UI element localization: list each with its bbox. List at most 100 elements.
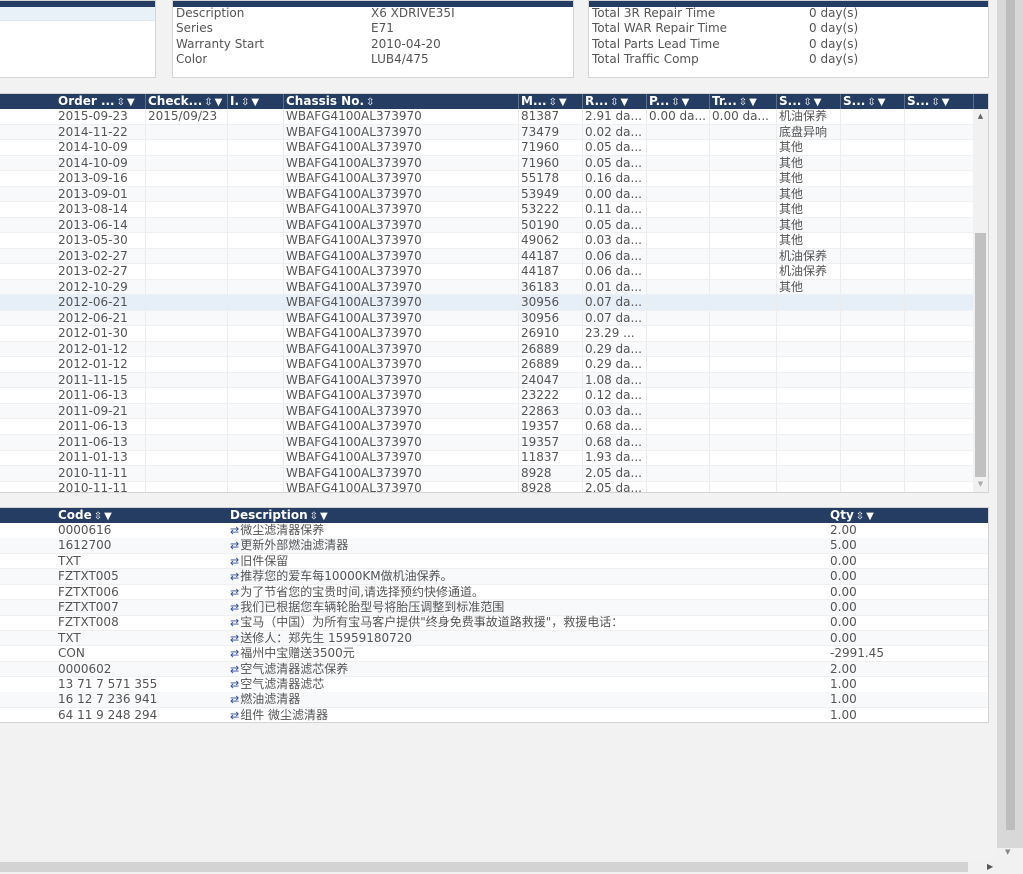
filter-icon[interactable]: ▼ [878,97,886,108]
table-row[interactable]: 2014-10-09 WBAFG4100AL373970 71960 0.05 da.… [0,155,974,172]
sort-icon[interactable]: ⇳ [671,97,679,108]
link-arrows-icon[interactable]: ⇄ [230,632,239,645]
link-arrows-icon[interactable]: ⇄ [230,555,239,568]
scroll-down-icon[interactable]: ▼ [973,477,988,492]
sort-icon[interactable]: ⇳ [931,97,939,108]
scroll-right-icon[interactable]: ▶ [987,860,993,874]
table-row[interactable]: 2013-06-14 WBAFG4100AL373970 50190 0.05 da.… [0,217,974,234]
table-row[interactable]: CON ⇄福州中宝赠送3500元 -2991.45 [0,646,988,662]
filter-icon[interactable]: ▼ [127,97,135,108]
link-arrows-icon[interactable]: ⇄ [230,693,239,706]
column-header[interactable]: Check... ⇳ ▼ [146,94,228,109]
table-row[interactable]: 2014-10-09 WBAFG4100AL373970 71960 0.05 da.… [0,140,974,156]
table-row[interactable]: 64 11 9 248 294 ⇄组件 微尘滤清器 1.00 [0,708,988,722]
scroll-down-icon[interactable]: ▼ [1005,848,1010,856]
link-arrows-icon[interactable]: ⇄ [230,663,239,676]
table-row[interactable]: 2013-09-16 WBAFG4100AL373970 55178 0.16 da.… [0,171,974,187]
table-row[interactable]: 2013-02-27 WBAFG4100AL373970 44187 0.06 da.… [0,264,974,280]
link-arrows-icon[interactable]: ⇄ [230,524,239,537]
column-header[interactable]: Order ... ⇳ ▼ [56,94,146,109]
column-header[interactable]: Code ⇳ ▼ [56,508,228,523]
filter-icon[interactable]: ▼ [682,97,690,108]
sort-icon[interactable]: ⇳ [310,511,318,522]
scroll-up-icon[interactable]: ▲ [973,109,988,124]
table-row[interactable]: 2011-06-13 WBAFG4100AL373970 19357 0.68 da.… [0,434,974,451]
column-header[interactable]: Description ⇳ ▼ [228,508,828,523]
table-row[interactable]: 2011-09-21 WBAFG4100AL373970 22863 0.03 da.… [0,403,974,420]
sort-icon[interactable]: ⇳ [241,97,249,108]
column-header[interactable]: S... ⇳ ▼ [777,94,841,109]
scrollbar-thumb[interactable] [1006,0,1015,830]
filter-icon[interactable]: ▼ [942,97,950,108]
table-row[interactable]: 16 12 7 236 941 ⇄燃油滤清器 1.00 [0,692,988,708]
table-row[interactable]: FZTXT005 ⇄推荐您的爱车每10000KM做机油保养。 0.00 [0,569,988,585]
table-row[interactable]: 2010-11-11 WBAFG4100AL373970 8928 2.05 da..… [0,481,974,492]
link-arrows-icon[interactable]: ⇄ [230,616,239,629]
window-horizontal-scrollbar[interactable]: ▶ [0,860,1023,874]
table-row[interactable]: TXT ⇄旧件保留 0.00 [0,554,988,570]
table-row[interactable]: 2015-09-23 2015/09/23 WBAFG4100AL373970 813… [0,109,974,125]
table-row[interactable]: 2011-11-15 WBAFG4100AL373970 24047 1.08 da.… [0,372,974,389]
table-row[interactable]: 2011-01-13 WBAFG4100AL373970 11837 1.93 da.… [0,450,974,467]
column-header[interactable]: S... ⇳ ▼ [841,94,905,109]
column-header[interactable]: M... ⇳ ▼ [519,94,583,109]
table-row[interactable]: TXT ⇄送修人：郑先生 15959180720 0.00 [0,630,988,647]
window-vertical-scrollbar[interactable]: ▼ [997,0,1023,860]
link-arrows-icon[interactable]: ⇄ [230,647,239,660]
table-row[interactable]: FZTXT008 ⇄宝马（中国）为所有宝马客户提供"终身免费事故道路救援"，救援电… [0,615,988,631]
table-row[interactable]: 2014-11-22 WBAFG4100AL373970 73479 0.02 da.… [0,124,974,141]
link-arrows-icon[interactable]: ⇄ [230,586,239,599]
table-row[interactable]: FZTXT006 ⇄为了节省您的宝贵时间,请选择预约快修通道。 0.00 [0,585,988,601]
table-row[interactable]: 2013-05-30 WBAFG4100AL373970 49062 0.03 da.… [0,233,974,249]
column-header[interactable]: S... ⇳ ▼ [905,94,974,109]
sort-icon[interactable]: ⇳ [610,97,618,108]
sort-icon[interactable]: ⇳ [117,97,125,108]
table-row[interactable]: 2012-01-12 WBAFG4100AL373970 26889 0.29 da.… [0,357,974,373]
table-row[interactable]: 2011-06-13 WBAFG4100AL373970 19357 0.68 da.… [0,419,974,435]
sort-icon[interactable]: ⇳ [856,511,864,522]
table-row[interactable]: FZTXT007 ⇄我们已根据您车辆轮胎型号将胎压调整到标准范围 0.00 [0,600,988,616]
table-row[interactable]: 2012-01-30 WBAFG4100AL373970 26910 23.29 ..… [0,326,974,342]
table-row[interactable]: 2011-06-13 WBAFG4100AL373970 23222 0.12 da.… [0,388,974,404]
table-row[interactable]: 2013-09-01 WBAFG4100AL373970 53949 0.00 da.… [0,186,974,203]
filter-icon[interactable]: ▼ [866,511,874,522]
filter-icon[interactable]: ▼ [621,97,629,108]
column-header[interactable]: Qty ⇳ ▼ [828,508,988,523]
scrollbar-thumb[interactable] [0,862,968,872]
column-header[interactable]: P... ⇳ ▼ [647,94,710,109]
table-row[interactable]: 2012-06-21 WBAFG4100AL373970 30956 0.07 da.… [0,295,974,311]
table-row[interactable]: 0000616 ⇄微尘滤清器保养 2.00 [0,523,988,539]
filter-icon[interactable]: ▼ [215,97,223,108]
history-scrollbar[interactable]: ▲ ▼ [973,109,988,492]
filter-icon[interactable]: ▼ [749,97,757,108]
link-arrows-icon[interactable]: ⇄ [230,539,239,552]
sort-icon[interactable]: ⇳ [549,97,557,108]
filter-icon[interactable]: ▼ [251,97,259,108]
table-row[interactable]: 1612700 ⇄更新外部燃油滤清器 5.00 [0,538,988,554]
column-header[interactable]: Chassis No. ⇳ [284,94,519,109]
column-header[interactable]: Tr... ⇳ ▼ [710,94,777,109]
sort-icon[interactable]: ⇳ [803,97,811,108]
table-row[interactable]: 2012-01-12 WBAFG4100AL373970 26889 0.29 da.… [0,341,974,358]
table-row[interactable]: 2012-10-29 WBAFG4100AL373970 36183 0.01 da.… [0,279,974,296]
table-row[interactable]: 2012-06-21 WBAFG4100AL373970 30956 0.07 da.… [0,310,974,327]
filter-icon[interactable]: ▼ [559,97,567,108]
link-arrows-icon[interactable]: ⇄ [230,601,239,614]
sort-icon[interactable]: ⇳ [867,97,875,108]
highlighted-row[interactable] [0,7,155,21]
column-header[interactable]: R... ⇳ ▼ [583,94,647,109]
table-row[interactable]: 2010-11-11 WBAFG4100AL373970 8928 2.05 da..… [0,465,974,482]
link-arrows-icon[interactable]: ⇄ [230,570,239,583]
sort-icon[interactable]: ⇳ [739,97,747,108]
filter-icon[interactable]: ▼ [814,97,822,108]
table-row[interactable]: 2013-02-27 WBAFG4100AL373970 44187 0.06 da.… [0,248,974,265]
link-arrows-icon[interactable]: ⇄ [230,709,239,722]
sort-icon[interactable]: ⇳ [94,511,102,522]
table-row[interactable]: 0000602 ⇄空气滤清器滤芯保养 2.00 [0,661,988,678]
table-row[interactable]: 2013-08-14 WBAFG4100AL373970 53222 0.11 da.… [0,202,974,218]
column-header[interactable]: I. ⇳ ▼ [228,94,284,109]
table-row[interactable]: 13 71 7 571 355 ⇄空气滤清器滤芯 1.00 [0,677,988,693]
filter-icon[interactable]: ▼ [104,511,112,522]
scrollbar-thumb[interactable] [975,233,986,477]
sort-icon[interactable]: ⇳ [204,97,212,108]
